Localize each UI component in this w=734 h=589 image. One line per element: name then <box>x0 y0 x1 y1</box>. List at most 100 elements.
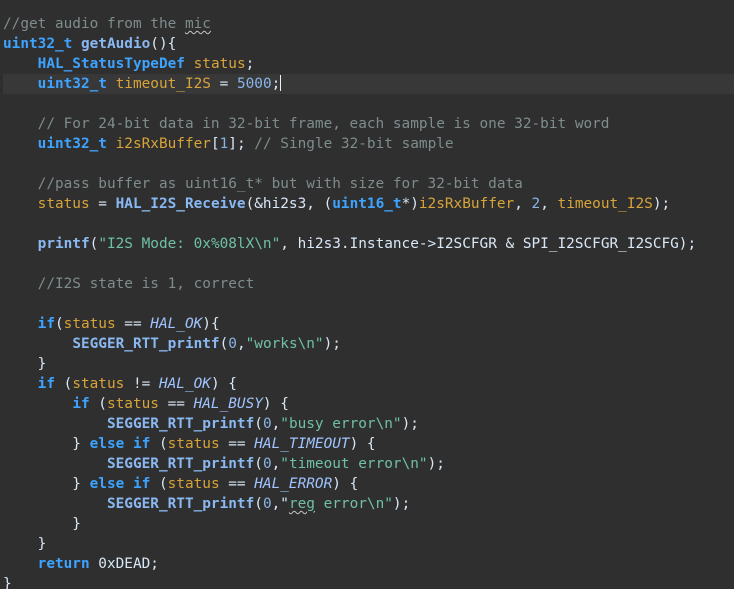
code-token: SEGGER_RTT_printf <box>106 456 255 472</box>
code-token: } <box>3 476 90 492</box>
code-token: ); <box>323 336 341 352</box>
code-token: ( <box>54 316 64 332</box>
code-token: i2sRxBuffer <box>115 136 211 152</box>
code-token: status <box>72 376 125 392</box>
code-line[interactable]: if (status == HAL_BUSY) { <box>3 394 734 414</box>
code-token: ( <box>150 436 168 452</box>
code-line[interactable]: } else if (status == HAL_ERROR) { <box>3 474 734 494</box>
code-token: ; <box>271 76 281 92</box>
code-token: HAL_BUSY <box>193 396 263 412</box>
code-token: uint32_t <box>3 36 73 52</box>
code-token: == <box>219 476 255 492</box>
code-line[interactable]: } <box>3 574 734 589</box>
code-token: uint32_t <box>37 136 107 152</box>
code-token: "timeout error\n" <box>280 456 428 472</box>
code-line[interactable]: SEGGER_RTT_printf(0,"timeout error\n"); <box>3 454 734 474</box>
code-token: } <box>3 356 47 372</box>
code-token: ( <box>89 396 107 412</box>
code-token: ); <box>401 416 419 432</box>
code-line[interactable]: if (status != HAL_OK) { <box>3 374 734 394</box>
code-token: ) { <box>210 376 237 392</box>
code-line[interactable]: HAL_StatusTypeDef status; <box>3 54 734 74</box>
code-token: SEGGER_RTT_printf <box>106 496 255 512</box>
code-line-current[interactable]: uint32_t timeout_I2S = 5000; <box>3 74 734 94</box>
code-line[interactable]: } <box>3 534 734 554</box>
code-token: ( <box>219 336 229 352</box>
code-line[interactable] <box>3 294 734 314</box>
code-token: ( <box>254 416 263 432</box>
code-token: else if <box>89 436 151 452</box>
code-line[interactable] <box>3 254 734 274</box>
code-token: ," <box>271 496 289 512</box>
code-token: reg <box>288 496 315 512</box>
code-token: 0 <box>228 336 237 352</box>
code-token: ( <box>89 236 99 252</box>
code-token: , <box>540 196 558 212</box>
code-token: == <box>219 436 255 452</box>
code-token: SEGGER_RTT_printf <box>106 416 255 432</box>
code-line[interactable]: SEGGER_RTT_printf(0,"busy error\n"); <box>3 414 734 434</box>
code-token: i2sRxBuffer <box>418 196 515 212</box>
code-token: timeout_I2S <box>557 196 653 212</box>
code-line[interactable] <box>3 94 734 114</box>
code-token: ]; <box>228 136 255 152</box>
code-line[interactable]: // For 24-bit data in 32-bit frame, each… <box>3 114 734 134</box>
code-token: if <box>37 376 55 392</box>
code-line[interactable]: } else if (status == HAL_TIMEOUT) { <box>3 434 734 454</box>
code-line[interactable]: } <box>3 354 734 374</box>
code-token: ) { <box>262 396 289 412</box>
code-line[interactable]: return 0xDEAD; <box>3 554 734 574</box>
code-token: ( <box>254 496 263 512</box>
code-editor[interactable]: //get audio from the mic uint32_t getAudi… <box>0 0 734 589</box>
code-token: uint16_t <box>332 196 402 212</box>
code-token: // Single 32-bit sample <box>254 136 454 152</box>
code-token: (){ <box>150 36 177 52</box>
code-line[interactable]: //get audio from the mic <box>3 14 734 34</box>
code-token: = <box>89 196 116 212</box>
code-line[interactable]: SEGGER_RTT_printf(0,"reg error\n"); <box>3 494 734 514</box>
code-token: , <box>514 196 532 212</box>
code-token: } <box>3 536 47 552</box>
code-token: uint32_t <box>37 76 107 92</box>
code-line[interactable]: SEGGER_RTT_printf(0,"works\n"); <box>3 334 734 354</box>
code-token: return <box>37 556 90 572</box>
code-token: , <box>271 416 281 432</box>
code-line[interactable]: //I2S state is 1, correct <box>3 274 734 294</box>
code-line[interactable]: uint32_t getAudio(){ <box>3 34 734 54</box>
code-token: "works\n" <box>245 336 324 352</box>
code-line[interactable]: status = HAL_I2S_Receive(&hi2s3, (uint16… <box>3 194 734 214</box>
text-cursor <box>280 75 282 91</box>
code-token: ) { <box>332 476 359 492</box>
code-token: status <box>193 56 246 72</box>
code-line[interactable]: uint32_t i2sRxBuffer[1]; // Single 32-bi… <box>3 134 734 154</box>
code-token: status <box>167 476 220 492</box>
code-token: if <box>72 396 90 412</box>
code-line[interactable]: printf("I2S Mode: 0x%08lX\n", hi2s3.Inst… <box>3 234 734 254</box>
code-area[interactable]: //get audio from the mic uint32_t getAudi… <box>3 14 734 589</box>
code-token: } <box>3 436 90 452</box>
code-line[interactable]: if(status == HAL_OK){ <box>3 314 734 334</box>
code-line[interactable]: //pass buffer as uint16_t* but with size… <box>3 174 734 194</box>
code-token: HAL_I2S_Receive <box>115 196 246 212</box>
code-line[interactable] <box>3 154 734 174</box>
code-token: 0 <box>262 496 272 512</box>
code-token: //get audio from the <box>3 16 185 32</box>
code-token: [ <box>210 136 220 152</box>
code-line[interactable]: } <box>3 514 734 534</box>
code-token: ( <box>54 376 73 392</box>
code-line[interactable] <box>3 214 734 234</box>
